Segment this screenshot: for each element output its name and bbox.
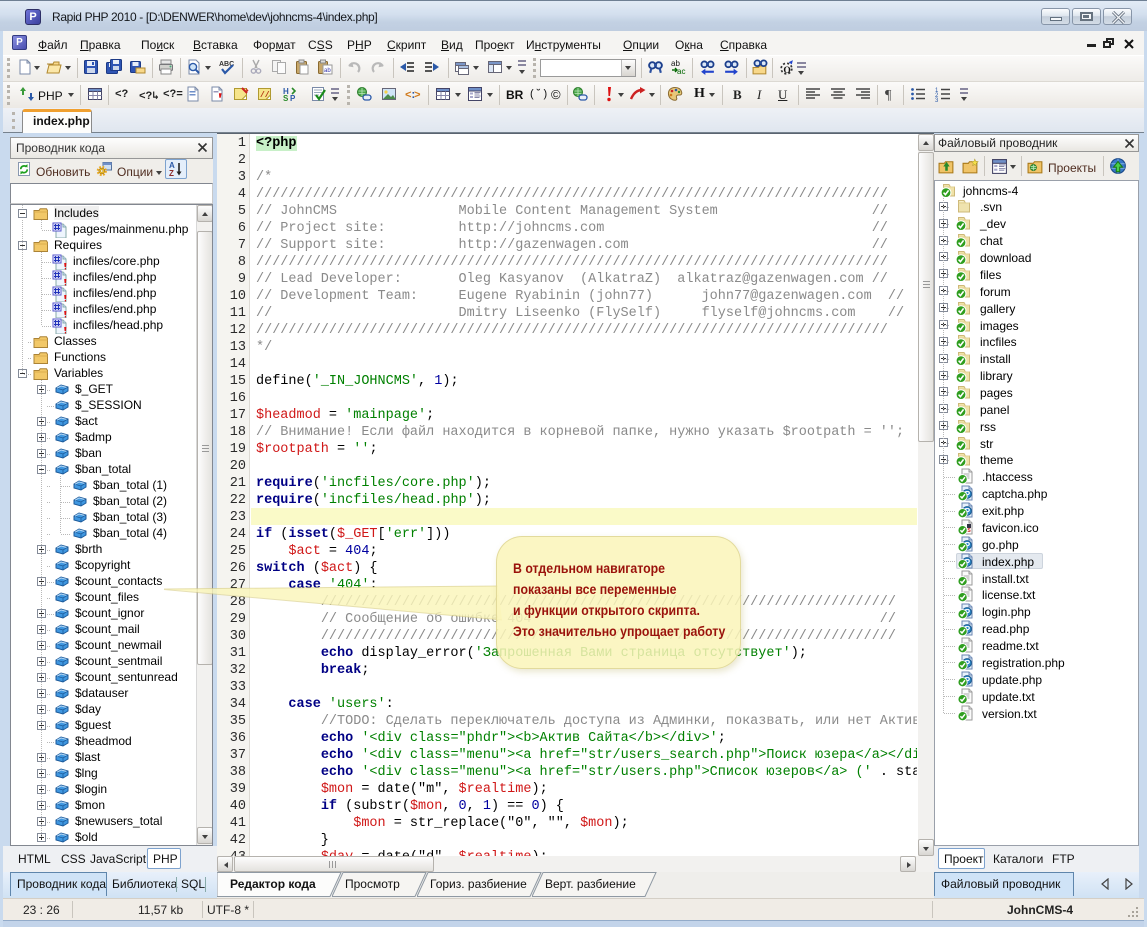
svg-text:O: O	[783, 65, 790, 76]
svg-text:ac: ac	[677, 67, 685, 75]
svg-text:ab: ab	[324, 68, 331, 74]
svg-text:3: 3	[935, 98, 939, 102]
svg-text:¶: ¶	[885, 88, 892, 102]
svg-text:P: P	[290, 94, 296, 102]
svg-text:>: >	[414, 90, 421, 102]
svg-text://: //	[260, 91, 270, 100]
svg-text:S: S	[283, 94, 289, 102]
svg-text:Z: Z	[169, 169, 174, 177]
